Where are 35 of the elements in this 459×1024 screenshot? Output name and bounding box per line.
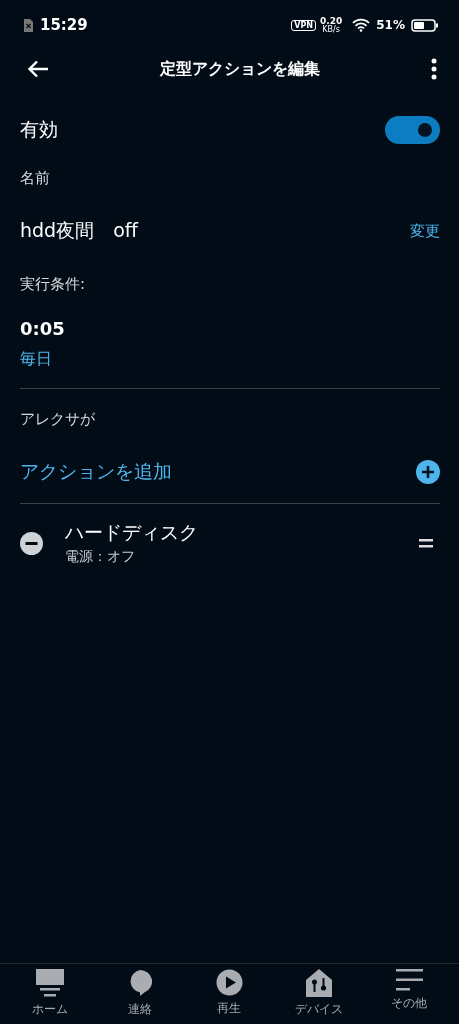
network-speed: 0.20 <box>320 16 343 26</box>
nav-tab[interactable]: 再生 <box>187 964 272 1024</box>
status-time: 15:29 <box>40 16 88 34</box>
trigger-time: 0:05 <box>20 318 65 339</box>
menu-icon <box>395 969 423 991</box>
repeat-schedule: 毎日 <box>20 349 52 370</box>
wifi-icon <box>352 18 371 32</box>
name-label: 名前 <box>20 169 50 188</box>
change-link[interactable]: 変更 <box>410 221 440 241</box>
battery-level: 51% <box>376 18 405 32</box>
alexa-label: アレクサが <box>20 410 95 429</box>
nav-tab[interactable]: 連絡 <box>97 964 182 1024</box>
back-arrow-icon[interactable] <box>27 60 49 78</box>
nav-tab[interactable]: その他 <box>367 964 452 1024</box>
battery-icon <box>411 18 439 32</box>
condition-label: 実行条件: <box>20 275 86 294</box>
remove-icon[interactable] <box>20 531 43 555</box>
more-options-icon[interactable] <box>431 58 437 80</box>
routine-name: hdd夜間 off <box>20 218 138 243</box>
action-title: ハードディスク <box>65 520 199 545</box>
add-action-link[interactable]: アクションを追加 <box>20 459 172 485</box>
nav-tab[interactable]: ホーム <box>7 964 92 1024</box>
house-icon <box>306 969 333 997</box>
speed-unit: KB/s <box>322 25 340 34</box>
action-detail: 電源：オフ <box>65 548 136 566</box>
enabled-toggle[interactable] <box>385 116 440 144</box>
page-title: 定型アクションを編集 <box>160 58 320 80</box>
drag-handle-icon[interactable] <box>419 538 433 548</box>
sim-icon <box>24 18 33 32</box>
vpn-indicator: VPN <box>291 19 317 31</box>
screen-icon <box>34 969 65 997</box>
add-icon[interactable] <box>416 460 440 484</box>
enabled-label: 有効 <box>20 117 58 142</box>
play-icon <box>216 969 243 996</box>
nav-tab[interactable]: デバイス <box>277 964 362 1024</box>
